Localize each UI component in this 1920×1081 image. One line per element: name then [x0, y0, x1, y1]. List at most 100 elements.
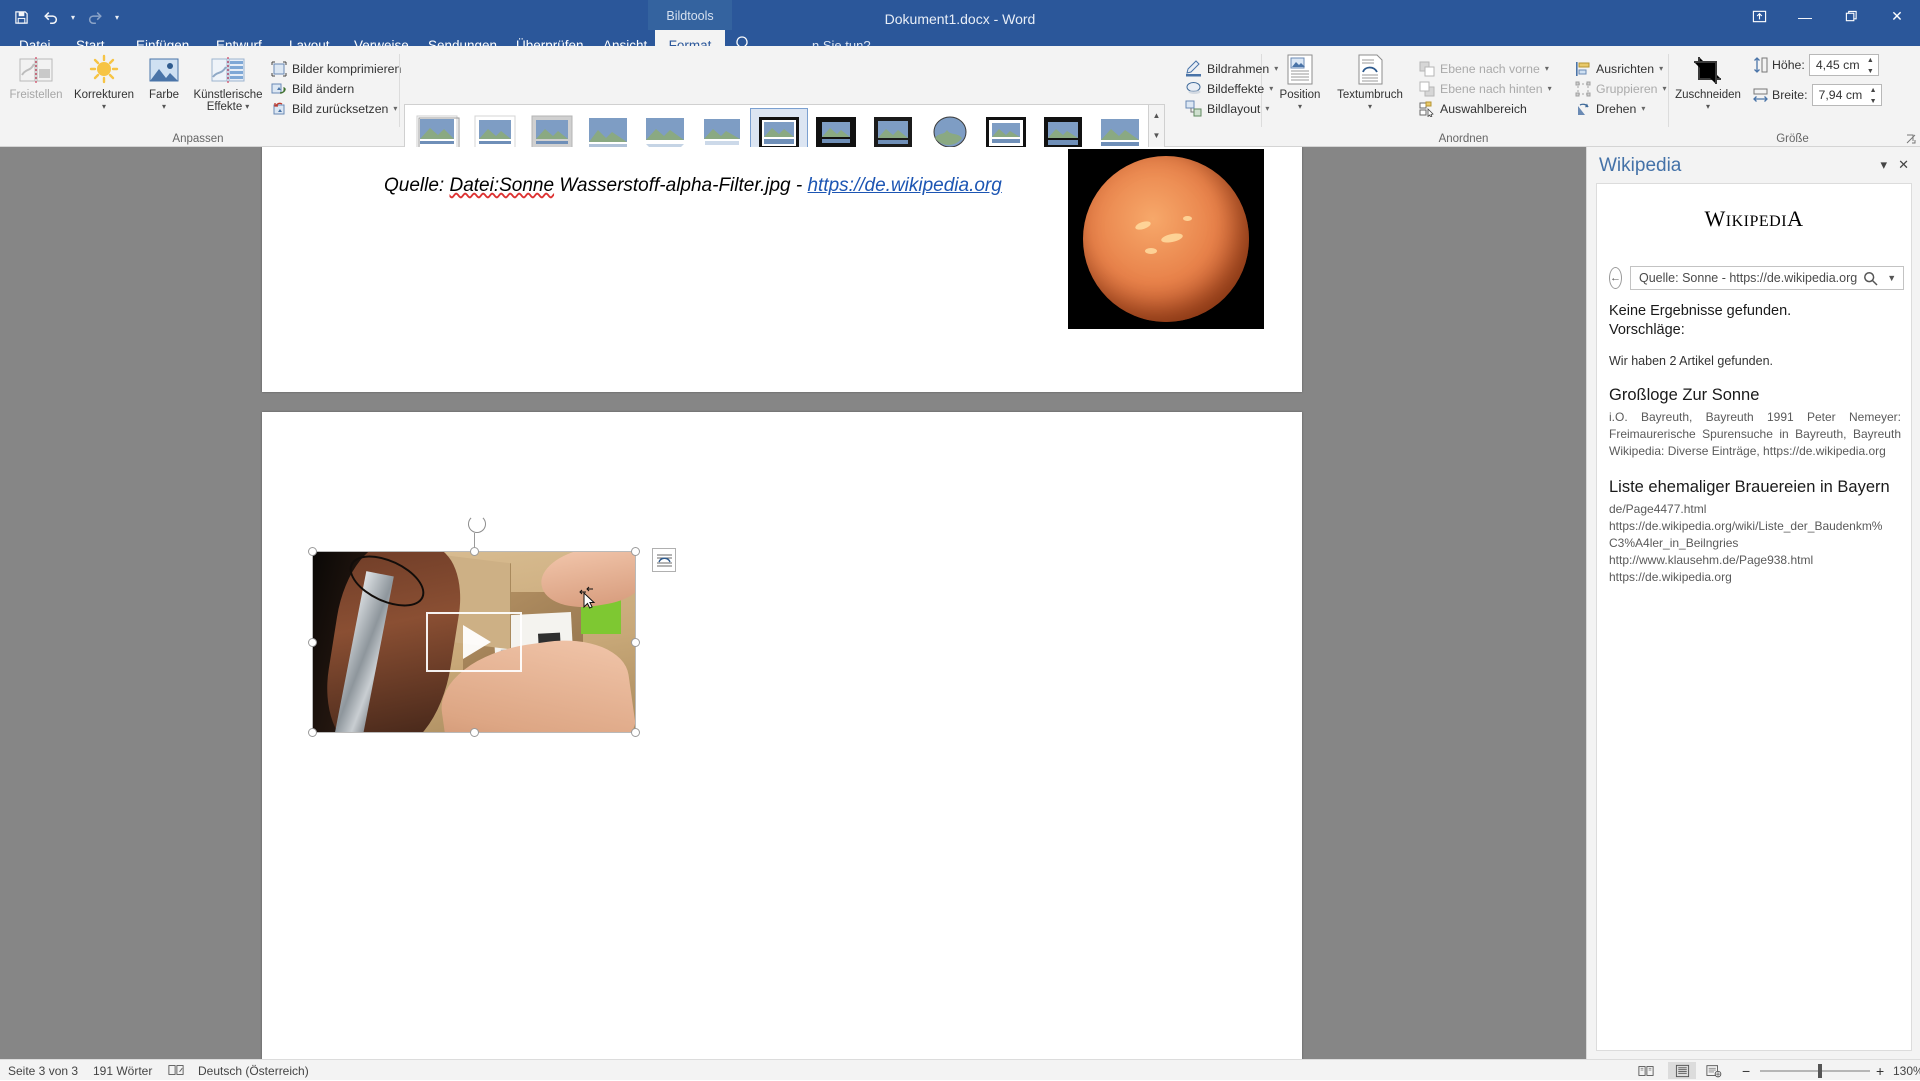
search-input[interactable]: Quelle: Sonne - https://de.wikipedia.org: [1639, 271, 1857, 285]
document-canvas[interactable]: Quelle: Datei:Sonne Wasserstoff-alpha-Fi…: [0, 147, 1586, 1059]
kuenstlerische-effekte-button[interactable]: Künstlerische Effekte ▾: [190, 52, 266, 113]
caption-prefix: Quelle:: [384, 175, 450, 196]
gallery-scroll-down-icon[interactable]: ▼: [1149, 125, 1164, 145]
print-layout-button[interactable]: [1668, 1062, 1696, 1079]
ebene-nach-vorne-dropdown-icon[interactable]: ▾: [1545, 64, 1549, 73]
bildrahmen-label: Bildrahmen: [1207, 61, 1270, 76]
position-label: Position: [1279, 89, 1321, 101]
send-backward-icon: [1419, 81, 1435, 96]
result-item-2[interactable]: Liste ehemaliger Brauereien in Bayern de…: [1609, 478, 1901, 586]
drehen-label: Drehen: [1596, 101, 1637, 116]
ebene-nach-hinten-label: Ebene nach hinten: [1440, 81, 1543, 96]
result-title-1[interactable]: Großloge Zur Sonne: [1609, 386, 1901, 405]
resize-handle-bottom-left[interactable]: [308, 728, 317, 737]
bild-zuruecksetzen-button[interactable]: Bild zurücksetzen ▾: [268, 98, 400, 119]
sun-image[interactable]: [1068, 149, 1264, 329]
textumbruch-button[interactable]: Textumbruch ▾: [1328, 52, 1412, 113]
caption-hyperlink[interactable]: https://de.wikipedia.org: [807, 175, 1001, 196]
proofing-status-icon[interactable]: [168, 1063, 184, 1079]
language-indicator[interactable]: Deutsch (Österreich): [198, 1063, 309, 1079]
rotate-handle[interactable]: [468, 515, 486, 533]
task-pane-close-icon[interactable]: ✕: [1898, 157, 1909, 173]
page-indicator[interactable]: Seite 3 von 3: [8, 1063, 78, 1079]
textumbruch-dropdown-icon[interactable]: ▾: [1328, 101, 1412, 113]
breite-input[interactable]: 7,94 cm ▲ ▼: [1811, 84, 1882, 106]
resize-handle-top-right[interactable]: [631, 547, 640, 556]
result-item-1[interactable]: Großloge Zur Sonne i.O. Bayreuth, Bayreu…: [1609, 386, 1901, 460]
results-count: Wir haben 2 Artikel gefunden.: [1609, 354, 1773, 368]
ribbon: Freistellen Korrekturen ▾ Farbe ▾ Künstl…: [0, 46, 1920, 166]
ebene-nach-hinten-button[interactable]: Ebene nach hinten ▾: [1416, 78, 1555, 99]
bild-zuruecksetzen-dropdown-icon[interactable]: ▾: [393, 104, 397, 113]
document-page-2[interactable]: [262, 412, 1302, 1059]
print-layout-icon: [1675, 1064, 1689, 1077]
word-count[interactable]: 191 Wörter: [93, 1063, 152, 1079]
gruppieren-dropdown-icon[interactable]: ▾: [1663, 84, 1667, 93]
position-button[interactable]: Position ▾: [1272, 52, 1328, 113]
zoom-slider-thumb[interactable]: [1818, 1064, 1822, 1078]
korrekturen-dropdown-icon[interactable]: ▾: [72, 101, 136, 113]
bildlayout-button[interactable]: Bildlayout ▾: [1182, 98, 1272, 119]
resize-handle-middle-right[interactable]: [631, 638, 640, 647]
selection-pane-icon: [1419, 101, 1434, 117]
groesse-dialog-launcher[interactable]: [1905, 133, 1917, 145]
ribbon-display-options-icon[interactable]: [1736, 0, 1782, 33]
zuschneiden-dropdown-icon[interactable]: ▾: [1673, 101, 1743, 113]
search-box[interactable]: Quelle: Sonne - https://de.wikipedia.org…: [1630, 266, 1905, 290]
freistellen-label: Freistellen: [9, 89, 63, 101]
korrekturen-button[interactable]: Korrekturen ▾: [72, 52, 136, 113]
zoom-slider[interactable]: [1760, 1064, 1870, 1078]
gruppieren-label: Gruppieren: [1596, 81, 1658, 96]
farbe-button[interactable]: Farbe ▾: [140, 52, 188, 113]
web-layout-icon: [1706, 1064, 1722, 1077]
minimize-button[interactable]: —: [1782, 0, 1828, 33]
image-caption[interactable]: Quelle: Datei:Sonne Wasserstoff-alpha-Fi…: [384, 175, 1002, 197]
web-layout-button[interactable]: [1700, 1062, 1728, 1079]
color-picture-icon: [140, 52, 188, 86]
result-title-2[interactable]: Liste ehemaliger Brauereien in Bayern: [1609, 478, 1901, 497]
online-video-object[interactable]: [308, 515, 676, 737]
gruppieren-button[interactable]: Gruppieren ▾: [1572, 78, 1670, 99]
align-icon: [1576, 61, 1590, 76]
farbe-label: Farbe: [148, 89, 180, 101]
restore-button[interactable]: [1828, 0, 1874, 33]
drehen-dropdown-icon[interactable]: ▾: [1641, 104, 1645, 113]
farbe-dropdown-icon[interactable]: ▾: [140, 101, 188, 113]
ebene-nach-hinten-dropdown-icon[interactable]: ▾: [1548, 84, 1552, 93]
resize-handle-bottom-center[interactable]: [470, 728, 479, 737]
zuschneiden-button[interactable]: Zuschneiden ▾: [1673, 52, 1743, 113]
ebene-nach-vorne-button[interactable]: Ebene nach vorne ▾: [1416, 58, 1552, 79]
breite-spinner[interactable]: ▲ ▼: [1870, 87, 1877, 105]
hoehe-spinner[interactable]: ▲ ▼: [1867, 57, 1874, 75]
resize-handle-bottom-right[interactable]: [631, 728, 640, 737]
kuenstlerische-effekte-dropdown-icon[interactable]: ▾: [245, 101, 249, 113]
zoom-out-button[interactable]: −: [1742, 1063, 1750, 1079]
resize-handle-top-center[interactable]: [470, 547, 479, 556]
search-row: ← Quelle: Sonne - https://de.wikipedia.o…: [1609, 266, 1905, 290]
ausrichten-dropdown-icon[interactable]: ▾: [1659, 64, 1663, 73]
auswahlbereich-button[interactable]: Auswahlbereich: [1416, 98, 1530, 119]
ausrichten-button[interactable]: Ausrichten ▾: [1572, 58, 1666, 79]
bildeffekte-label: Bildeffekte: [1207, 81, 1265, 96]
hoehe-input[interactable]: 4,45 cm ▲ ▼: [1808, 54, 1879, 76]
zoom-in-button[interactable]: +: [1876, 1063, 1884, 1079]
bilder-komprimieren-button[interactable]: Bilder komprimieren: [268, 58, 404, 79]
bild-aendern-button[interactable]: Bild ändern: [268, 78, 357, 99]
close-button[interactable]: ✕: [1874, 0, 1920, 33]
read-mode-button[interactable]: [1632, 1062, 1660, 1079]
task-pane-options-icon[interactable]: ▾: [1880, 157, 1887, 173]
search-dropdown-icon[interactable]: ▼: [1884, 273, 1899, 283]
layout-options-icon: [656, 554, 672, 566]
resize-handle-middle-left[interactable]: [308, 638, 317, 647]
gallery-scroll-up-icon[interactable]: ▲: [1149, 105, 1164, 125]
zoom-level[interactable]: 130%: [1893, 1063, 1920, 1079]
freistellen-button[interactable]: Freistellen: [4, 52, 68, 101]
layout-options-button[interactable]: [652, 548, 676, 572]
compress-pictures-icon: [271, 61, 287, 76]
document-page-1[interactable]: Quelle: Datei:Sonne Wasserstoff-alpha-Fi…: [262, 147, 1302, 392]
drehen-button[interactable]: Drehen ▾: [1572, 98, 1648, 119]
resize-handle-top-left[interactable]: [308, 547, 317, 556]
position-icon: [1272, 52, 1328, 86]
back-button[interactable]: ←: [1609, 267, 1622, 289]
position-dropdown-icon[interactable]: ▾: [1272, 101, 1328, 113]
